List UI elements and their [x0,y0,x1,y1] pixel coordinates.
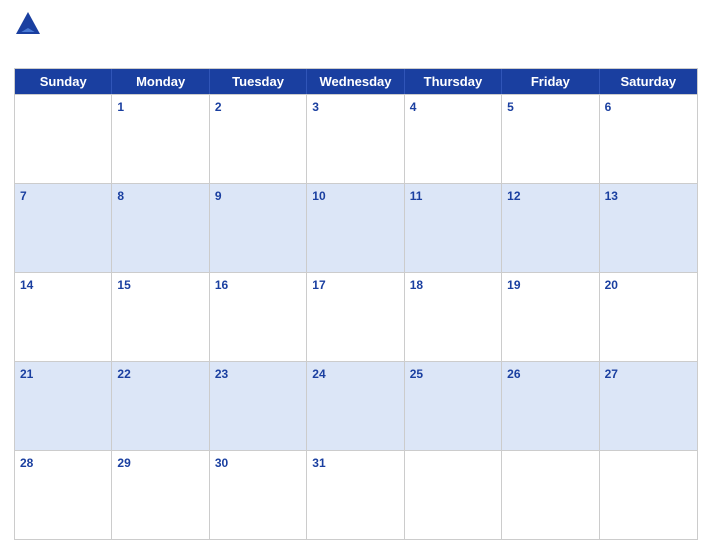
day-number: 7 [20,189,27,203]
day-number: 17 [312,278,325,292]
day-number: 21 [20,367,33,381]
day-number: 3 [312,100,319,114]
day-number: 9 [215,189,222,203]
day-number: 26 [507,367,520,381]
weekday-header-row: SundayMondayTuesdayWednesdayThursdayFrid… [15,69,697,94]
calendar-body: 1234567891011121314151617181920212223242… [15,94,697,539]
calendar-cell [405,451,502,539]
weekday-header-saturday: Saturday [600,69,697,94]
calendar-cell: 23 [210,362,307,450]
calendar-cell: 22 [112,362,209,450]
calendar-cell: 29 [112,451,209,539]
weekday-header-friday: Friday [502,69,599,94]
day-number: 8 [117,189,124,203]
day-number: 10 [312,189,325,203]
week-row-2: 7 8 9 10 11 12 13 [15,183,697,272]
day-number: 1 [117,100,124,114]
day-number: 27 [605,367,618,381]
weekday-header-sunday: Sunday [15,69,112,94]
calendar-cell: 18 [405,273,502,361]
day-number: 13 [605,189,618,203]
calendar-cell: 9 [210,184,307,272]
calendar-cell: 16 [210,273,307,361]
week-row-3: 14 15 16 17 18 19 20 [15,272,697,361]
day-number: 30 [215,456,228,470]
logo-icon [14,10,42,38]
calendar-header [14,10,698,62]
day-number: 15 [117,278,130,292]
day-number: 28 [20,456,33,470]
day-number: 12 [507,189,520,203]
calendar-cell: 30 [210,451,307,539]
weekday-header-wednesday: Wednesday [307,69,404,94]
day-number: 20 [605,278,618,292]
day-number: 19 [507,278,520,292]
calendar-cell: 15 [112,273,209,361]
calendar-cell [15,95,112,183]
day-number: 16 [215,278,228,292]
day-number: 18 [410,278,423,292]
calendar-cell: 13 [600,184,697,272]
calendar-cell [502,451,599,539]
calendar-cell: 4 [405,95,502,183]
calendar-cell: 8 [112,184,209,272]
calendar-cell: 26 [502,362,599,450]
calendar-cell: 28 [15,451,112,539]
weekday-header-tuesday: Tuesday [210,69,307,94]
day-number: 31 [312,456,325,470]
day-number: 29 [117,456,130,470]
calendar-cell: 25 [405,362,502,450]
calendar-grid: SundayMondayTuesdayWednesdayThursdayFrid… [14,68,698,540]
calendar-cell: 21 [15,362,112,450]
logo [14,10,46,38]
day-number: 4 [410,100,417,114]
day-number: 11 [410,189,423,203]
calendar-cell: 14 [15,273,112,361]
calendar-cell [600,451,697,539]
week-row-1: 1 2 3 4 5 6 [15,94,697,183]
week-row-4: 21 22 23 24 25 26 27 [15,361,697,450]
calendar-cell: 27 [600,362,697,450]
weekday-header-monday: Monday [112,69,209,94]
day-number: 14 [20,278,33,292]
day-number: 24 [312,367,325,381]
calendar-cell: 7 [15,184,112,272]
calendar-cell: 2 [210,95,307,183]
calendar-cell: 3 [307,95,404,183]
weekday-header-thursday: Thursday [405,69,502,94]
calendar-cell: 1 [112,95,209,183]
calendar-cell: 17 [307,273,404,361]
calendar-cell: 31 [307,451,404,539]
calendar-cell: 12 [502,184,599,272]
calendar-cell: 10 [307,184,404,272]
calendar-cell: 19 [502,273,599,361]
day-number: 23 [215,367,228,381]
day-number: 5 [507,100,514,114]
day-number: 25 [410,367,423,381]
calendar-page: SundayMondayTuesdayWednesdayThursdayFrid… [0,0,712,550]
week-row-5: 28 29 30 31 [15,450,697,539]
day-number: 6 [605,100,612,114]
day-number: 22 [117,367,130,381]
calendar-cell: 6 [600,95,697,183]
day-number: 2 [215,100,222,114]
calendar-cell: 20 [600,273,697,361]
calendar-cell: 24 [307,362,404,450]
calendar-cell: 11 [405,184,502,272]
calendar-cell: 5 [502,95,599,183]
